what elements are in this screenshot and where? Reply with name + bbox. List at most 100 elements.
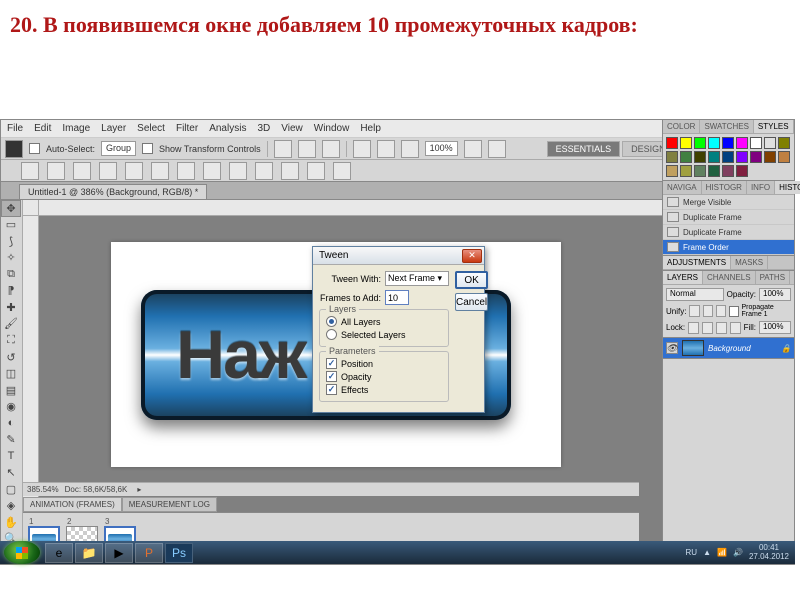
3d-tool[interactable]: ◈ [1, 498, 21, 515]
opt-icon[interactable] [281, 162, 299, 180]
align-icon[interactable] [322, 140, 340, 158]
tray-network-icon[interactable]: 📶 [717, 548, 727, 557]
workspace-essentials[interactable]: ESSENTIALS [547, 141, 621, 157]
align-icon[interactable] [298, 140, 316, 158]
tray-clock[interactable]: 00:41 27.04.2012 [749, 544, 789, 562]
swatch[interactable] [736, 165, 748, 177]
opt-icon[interactable] [99, 162, 117, 180]
swatch[interactable] [750, 151, 762, 163]
view-icon[interactable] [464, 140, 482, 158]
opt-icon[interactable] [125, 162, 143, 180]
fill-value[interactable]: 100% [759, 321, 791, 334]
tool-preset-icon[interactable] [21, 162, 39, 180]
tray-lang[interactable]: RU [686, 548, 698, 557]
selected-layers-radio[interactable] [326, 329, 337, 340]
menu-edit[interactable]: Edit [34, 123, 51, 134]
heal-tool[interactable]: ✚ [1, 299, 21, 316]
eraser-tool[interactable]: ◫ [1, 365, 21, 382]
swatch[interactable] [778, 151, 790, 163]
effects-checkbox[interactable] [326, 384, 337, 395]
propagate-checkbox[interactable] [729, 306, 738, 317]
menu-select[interactable]: Select [137, 123, 165, 134]
tab-adjustments[interactable]: ADJUSTMENTS [663, 256, 731, 269]
visibility-icon[interactable]: 👁 [666, 342, 678, 354]
marquee-tool[interactable]: ▭ [1, 217, 21, 234]
eyedropper-tool[interactable]: ⁋ [1, 283, 21, 300]
taskbar-explorer-icon[interactable]: 📁 [75, 543, 103, 563]
tray-flag-icon[interactable]: ▲ [703, 548, 711, 557]
opt-icon[interactable] [73, 162, 91, 180]
shape-tool[interactable]: ▢ [1, 481, 21, 498]
opacity-value[interactable]: 100% [759, 288, 791, 301]
tab-animation[interactable]: ANIMATION (FRAMES) [23, 497, 122, 512]
swatch[interactable] [680, 151, 692, 163]
swatch[interactable] [722, 165, 734, 177]
hand-tool[interactable]: ✋ [1, 514, 21, 531]
auto-select-checkbox[interactable] [29, 143, 40, 154]
opt-icon[interactable] [177, 162, 195, 180]
show-transform-checkbox[interactable] [142, 143, 153, 154]
tab-measurement[interactable]: MEASUREMENT LOG [122, 497, 217, 512]
tab-swatches[interactable]: SWATCHES [700, 120, 753, 133]
wand-tool[interactable]: ✧ [1, 250, 21, 267]
pen-tool[interactable]: ✎ [1, 431, 21, 448]
swatch[interactable] [680, 165, 692, 177]
position-checkbox[interactable] [326, 358, 337, 369]
distribute-icon[interactable] [353, 140, 371, 158]
path-tool[interactable]: ↖ [1, 465, 21, 482]
swatch[interactable] [750, 137, 762, 149]
gradient-tool[interactable]: ▤ [1, 382, 21, 399]
swatch[interactable] [708, 151, 720, 163]
swatch[interactable] [708, 137, 720, 149]
taskbar-photoshop-icon[interactable]: Ps [165, 543, 193, 563]
all-layers-radio[interactable] [326, 316, 337, 327]
swatch[interactable] [694, 151, 706, 163]
tab-styles[interactable]: STYLES [754, 120, 794, 133]
menu-file[interactable]: File [7, 123, 23, 134]
menu-view[interactable]: View [281, 123, 303, 134]
swatch[interactable] [694, 165, 706, 177]
lock-icon[interactable] [716, 322, 727, 334]
menu-3d[interactable]: 3D [257, 123, 270, 134]
opt-icon[interactable] [203, 162, 221, 180]
swatch[interactable] [680, 137, 692, 149]
lock-icon[interactable] [702, 322, 713, 334]
menu-image[interactable]: Image [62, 123, 90, 134]
taskbar-ie-icon[interactable]: e [45, 543, 73, 563]
move-tool[interactable]: ✥ [1, 200, 21, 217]
swatch[interactable] [694, 137, 706, 149]
crop-tool[interactable]: ⧉ [1, 266, 21, 283]
menu-layer[interactable]: Layer [101, 123, 126, 134]
history-item[interactable]: Duplicate Frame [663, 210, 794, 225]
history-item[interactable]: Duplicate Frame [663, 225, 794, 240]
unify-icon[interactable] [703, 305, 713, 317]
swatch[interactable] [722, 137, 734, 149]
tab-info[interactable]: INFO [747, 181, 775, 194]
opt-icon[interactable] [333, 162, 351, 180]
history-item[interactable]: Merge Visible [663, 195, 794, 210]
opt-icon[interactable] [255, 162, 273, 180]
unify-icon[interactable] [689, 305, 699, 317]
document-tab[interactable]: Untitled-1 @ 386% (Background, RGB/8) * [19, 184, 207, 199]
tween-with-dropdown[interactable]: Next Frame ▾ [385, 271, 449, 286]
screen-mode-icon[interactable] [488, 140, 506, 158]
opt-icon[interactable] [229, 162, 247, 180]
tray-sound-icon[interactable]: 🔊 [733, 548, 743, 557]
lock-icon[interactable] [688, 322, 699, 334]
unify-icon[interactable] [716, 305, 726, 317]
history-item[interactable]: Frame Order [663, 240, 794, 255]
swatch[interactable] [736, 151, 748, 163]
menu-analysis[interactable]: Analysis [209, 123, 246, 134]
cancel-button[interactable]: Cancel [455, 293, 488, 311]
lock-icon[interactable] [730, 322, 741, 334]
tab-navigator[interactable]: NAVIGA [663, 181, 702, 194]
swatch[interactable] [666, 137, 678, 149]
blur-tool[interactable]: ◉ [1, 398, 21, 415]
swatch[interactable] [666, 165, 678, 177]
swatch[interactable] [736, 137, 748, 149]
start-button[interactable] [4, 541, 40, 564]
dialog-titlebar[interactable]: Tween ✕ [313, 247, 484, 265]
opacity-checkbox[interactable] [326, 371, 337, 382]
frames-to-add-input[interactable] [385, 290, 409, 305]
swatch[interactable] [708, 165, 720, 177]
